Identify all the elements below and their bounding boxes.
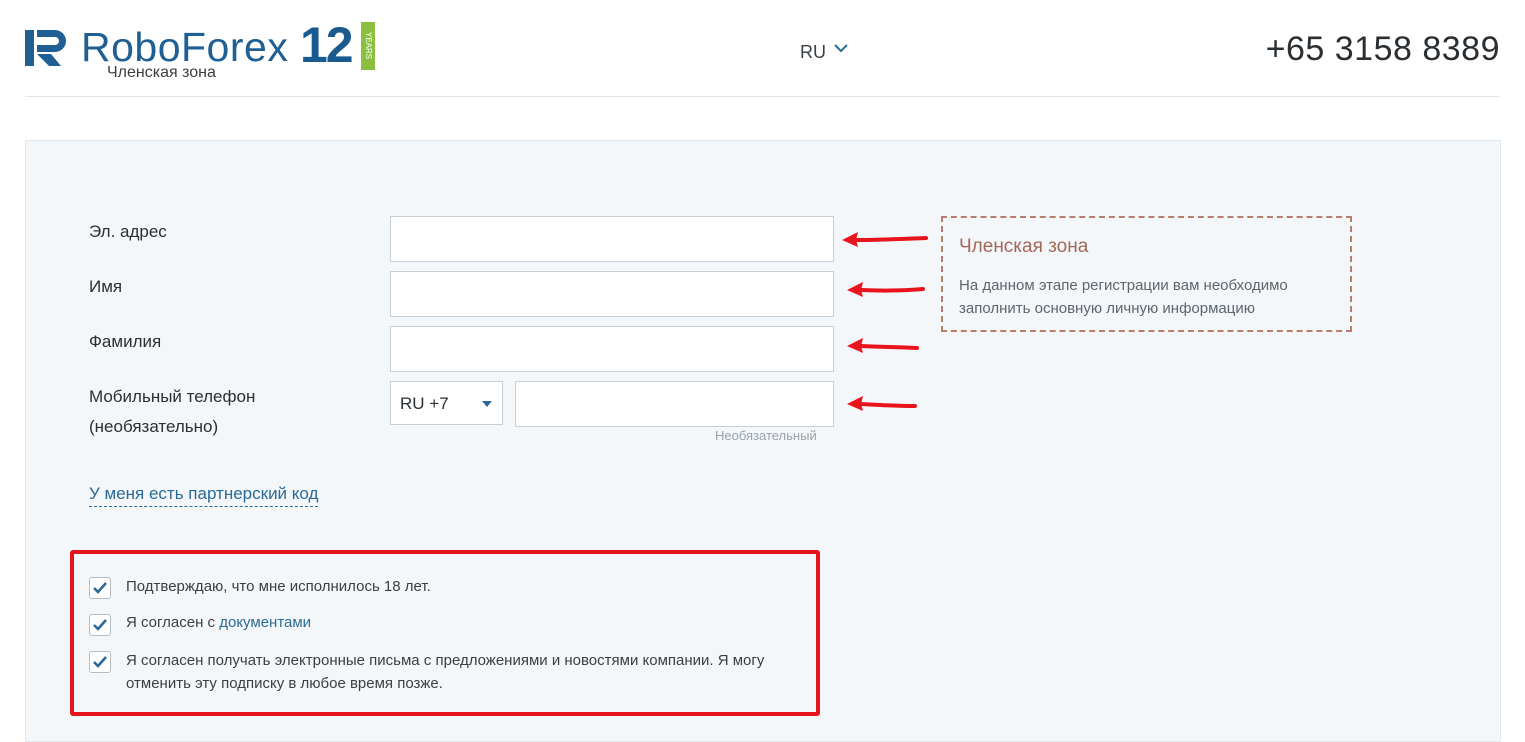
page-subtitle: Членская зона [107, 64, 216, 81]
info-box: Членская зона На данном этапе регистраци… [941, 216, 1352, 332]
newsletter-checkbox[interactable] [89, 651, 111, 673]
age-confirm-text: Подтверждаю, что мне исполнилось 18 лет. [126, 578, 431, 595]
header-divider [25, 96, 1500, 97]
language-selector[interactable]: RU [800, 42, 826, 63]
age-confirm-checkbox[interactable] [89, 577, 111, 599]
documents-agree-checkbox[interactable] [89, 614, 111, 636]
support-phone[interactable]: +65 3158 8389 [1266, 30, 1500, 69]
first-name-field[interactable] [390, 271, 834, 317]
first-name-label: Имя [89, 277, 123, 296]
phone-optional-hint: Необязательный [715, 428, 817, 443]
brand-years-number: 12 [300, 17, 354, 73]
phone-country-code-value: RU +7 [400, 394, 449, 413]
partner-code-link[interactable]: У меня есть партнерский код [89, 484, 319, 507]
roboforex-logo-mark-icon [25, 30, 66, 66]
newsletter-text: Я согласен получать электронные письма с… [126, 652, 765, 692]
brand-years-tag: YEARS [361, 22, 375, 70]
email-field[interactable] [390, 216, 834, 262]
mobile-label-line1: Мобильный телефон [89, 387, 256, 406]
mobile-label-line2: (необязательно) [89, 417, 219, 436]
documents-agree-text: Я согласен с документами [126, 611, 311, 634]
dropdown-caret-icon [482, 401, 492, 407]
chevron-down-icon[interactable] [833, 40, 849, 56]
annotation-arrow-icon [847, 396, 917, 411]
checkmark-icon [93, 582, 107, 594]
annotation-arrow-icon [847, 282, 925, 297]
phone-number-field[interactable] [515, 381, 834, 427]
roboforex-logo[interactable]: RoboForex 12 YEARS Членская зона [25, 17, 385, 82]
last-name-label: Фамилия [89, 332, 162, 351]
last-name-field[interactable] [390, 326, 834, 372]
checkmark-icon [93, 656, 107, 668]
info-title: Членская зона [959, 236, 1089, 257]
phone-country-code-select[interactable]: RU +7 [390, 381, 503, 425]
documents-link[interactable]: документами [219, 614, 311, 631]
annotation-arrow-icon [842, 232, 928, 247]
annotation-arrow-icon [847, 338, 919, 353]
email-label: Эл. адрес [89, 222, 167, 241]
documents-agree-prefix: Я согласен с [126, 614, 220, 631]
checkmark-icon [93, 619, 107, 631]
info-text: На данном этапе регистрации вам необходи… [959, 277, 1288, 317]
